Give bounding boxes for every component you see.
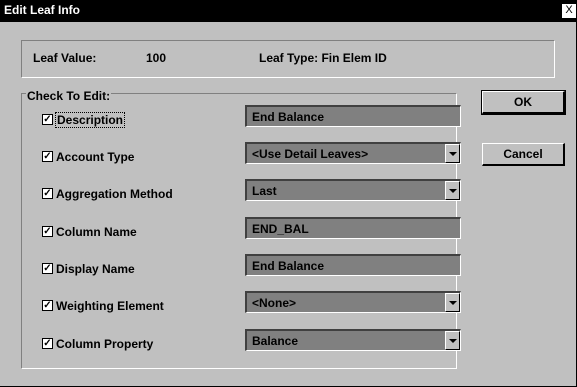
- weighting-element-label[interactable]: Weighting Element: [56, 299, 164, 313]
- leaf-value: 100: [146, 51, 167, 65]
- account-type-checkbox[interactable]: ✓: [42, 151, 53, 162]
- weighting-element-checkbox[interactable]: ✓: [42, 300, 53, 311]
- description-value: End Balance: [252, 110, 325, 124]
- aggregation-method-label[interactable]: Aggregation Method: [56, 187, 173, 201]
- ok-button[interactable]: OK: [481, 90, 566, 115]
- display-name-label[interactable]: Display Name: [56, 262, 135, 276]
- check-to-edit-group: Check To Edit: ✓ Description End Balance…: [21, 89, 461, 369]
- account-type-value: <Use Detail Leaves>: [252, 147, 369, 161]
- chevron-down-icon[interactable]: [445, 293, 460, 312]
- edit-leaf-info-dialog: Edit Leaf Info X Leaf Value: 100 Leaf Ty…: [0, 0, 577, 387]
- window-title: Edit Leaf Info: [4, 3, 80, 17]
- aggregation-method-checkbox[interactable]: ✓: [42, 188, 53, 199]
- description-field[interactable]: End Balance: [245, 105, 461, 127]
- chevron-down-icon[interactable]: [445, 331, 460, 350]
- column-name-value: END_BAL: [252, 222, 309, 236]
- column-property-label[interactable]: Column Property: [56, 337, 153, 351]
- column-property-dropdown[interactable]: Balance: [245, 329, 461, 351]
- chevron-down-icon[interactable]: [445, 144, 460, 163]
- leaf-type-label: Leaf Type: Fin Elem ID: [259, 51, 387, 65]
- chevron-down-icon[interactable]: [445, 181, 460, 200]
- ok-button-label: OK: [514, 95, 532, 109]
- cancel-button[interactable]: Cancel: [482, 143, 565, 166]
- aggregation-method-dropdown[interactable]: Last: [245, 179, 461, 201]
- group-label: Check To Edit:: [26, 89, 112, 103]
- weighting-element-value: <None>: [252, 296, 297, 310]
- leaf-value-label: Leaf Value:: [33, 51, 97, 65]
- column-property-checkbox[interactable]: ✓: [42, 338, 53, 349]
- column-name-label[interactable]: Column Name: [56, 225, 137, 239]
- column-name-field[interactable]: END_BAL: [245, 217, 461, 239]
- description-checkbox[interactable]: ✓: [42, 114, 53, 125]
- cancel-button-label: Cancel: [503, 147, 543, 161]
- column-property-value: Balance: [252, 334, 299, 348]
- column-name-checkbox[interactable]: ✓: [42, 226, 53, 237]
- description-label[interactable]: Description: [54, 112, 126, 128]
- account-type-label[interactable]: Account Type: [56, 150, 134, 164]
- close-icon[interactable]: X: [562, 4, 576, 18]
- display-name-checkbox[interactable]: ✓: [42, 263, 53, 274]
- display-name-value: End Balance: [252, 259, 325, 273]
- leaf-info-panel: Leaf Value: 100 Leaf Type: Fin Elem ID: [21, 40, 555, 78]
- aggregation-method-value: Last: [252, 184, 277, 198]
- display-name-field[interactable]: End Balance: [245, 254, 461, 276]
- title-bar[interactable]: Edit Leaf Info X: [0, 0, 577, 22]
- weighting-element-dropdown[interactable]: <None>: [245, 291, 461, 313]
- account-type-dropdown[interactable]: <Use Detail Leaves>: [245, 142, 461, 164]
